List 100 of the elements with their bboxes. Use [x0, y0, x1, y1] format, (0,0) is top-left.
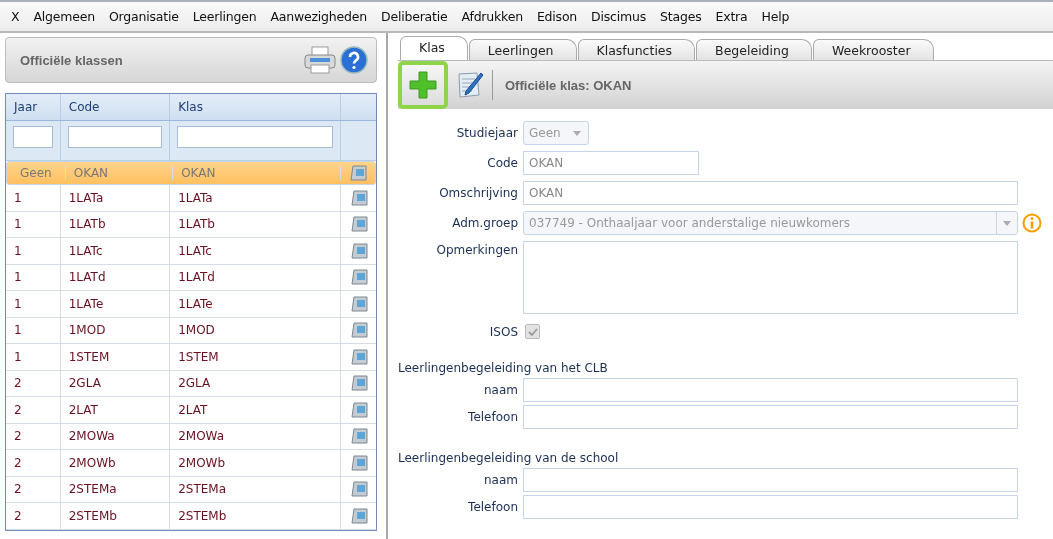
- table-cell: Geen: [20, 166, 52, 180]
- caret-icon: [1003, 220, 1011, 226]
- detail-icon[interactable]: [349, 189, 368, 206]
- table-row[interactable]: 2 2GLA 2GLA: [6, 370, 376, 397]
- field-label: Adm.groep: [451, 216, 519, 230]
- table-cell: 2MOWb: [178, 455, 226, 470]
- filter-field[interactable]: [67, 126, 163, 148]
- table-row[interactable]: 1 1STEM 1STEM: [6, 344, 376, 371]
- table-cell: 1: [14, 323, 22, 338]
- table-cell: OKAN: [73, 166, 109, 180]
- table-cell: OKAN: [181, 166, 216, 180]
- table-row[interactable]: 1 1LATe 1LATe: [6, 291, 376, 318]
- detail-icon[interactable]: [348, 165, 367, 181]
- table-cell: 1STEM: [68, 349, 110, 364]
- field-label: Code: [486, 156, 519, 170]
- table-row[interactable]: 2 2STEMb 2STEMb: [6, 503, 376, 530]
- field-label: naam: [483, 473, 519, 487]
- table-row[interactable]: 1 1LATd 1LATd: [6, 264, 376, 291]
- detail-icon[interactable]: [349, 507, 368, 524]
- plus-icon: [408, 70, 438, 100]
- detail-icon[interactable]: [349, 428, 368, 445]
- table-row[interactable]: 1 1LATc 1LATc: [6, 238, 376, 265]
- table-cell: 2STEMa: [68, 482, 117, 497]
- tab[interactable]: Leerlingen: [468, 39, 577, 60]
- table-cell: 2LAT: [178, 402, 208, 417]
- info-icon[interactable]: [1022, 213, 1042, 233]
- table-cell: 2STEMa: [178, 482, 227, 497]
- caret-icon: [573, 130, 581, 136]
- column-header[interactable]: Code: [60, 94, 171, 120]
- field-label: Telefoon: [467, 410, 519, 424]
- menu-item[interactable]: Deliberatie: [373, 9, 455, 24]
- table-cell: 2GLA: [178, 376, 211, 391]
- table-row[interactable]: 2 2STEMa 2STEMa: [6, 476, 376, 503]
- table-row[interactable]: 1 1MOD 1MOD: [6, 317, 376, 344]
- table-cell: 1: [14, 270, 22, 285]
- detail-icon[interactable]: [349, 375, 368, 392]
- table-row[interactable]: 1 1LATb 1LATb: [6, 211, 376, 238]
- table-cell: 1: [14, 190, 22, 205]
- add-button[interactable]: [398, 61, 448, 109]
- filter-field[interactable]: [13, 126, 53, 148]
- table-cell: 1LATb: [178, 217, 215, 232]
- table-cell: 1LATe: [68, 296, 104, 311]
- text-field[interactable]: OKAN: [523, 181, 1018, 205]
- table-cell: 2STEMb: [68, 508, 117, 523]
- tab[interactable]: Begeleiding: [696, 39, 812, 60]
- detail-icon[interactable]: [349, 481, 368, 498]
- filter-field[interactable]: [177, 126, 334, 148]
- table-cell: 1LATd: [68, 270, 106, 285]
- table-row[interactable]: 1 1LATa 1LATa: [6, 185, 376, 212]
- detail-icon[interactable]: [349, 269, 368, 286]
- text-field[interactable]: OKAN: [523, 151, 699, 175]
- table-cell: 2LAT: [68, 402, 98, 417]
- table-cell: 1LATd: [178, 270, 215, 285]
- menu-item[interactable]: Organisatie: [101, 9, 186, 24]
- column-header[interactable]: Klas: [170, 94, 342, 120]
- menu-item[interactable]: Algemeen: [26, 9, 102, 24]
- table-cell: 1: [14, 296, 22, 311]
- menu-item[interactable]: Extra: [708, 9, 755, 24]
- table-cell: 1LATc: [178, 243, 212, 258]
- table-row[interactable]: 2 2MOWa 2MOWa: [6, 423, 376, 450]
- menu-item[interactable]: Aanwezigheden: [263, 9, 374, 24]
- detail-icon[interactable]: [349, 242, 368, 259]
- text-field[interactable]: [523, 405, 1018, 429]
- toolbar-title: Officiële klas: OKAN: [505, 77, 632, 93]
- menu-item[interactable]: Discimus: [584, 9, 654, 24]
- tab[interactable]: Weekrooster: [812, 39, 934, 60]
- help-icon[interactable]: [340, 46, 368, 74]
- menu-item[interactable]: X: [4, 9, 27, 24]
- detail-icon[interactable]: [349, 348, 368, 365]
- field-label: Omschrijving: [438, 186, 519, 200]
- table-row[interactable]: 2 2LAT 2LAT: [6, 397, 376, 424]
- table-cell: 1LATa: [68, 190, 104, 205]
- detail-icon[interactable]: [349, 295, 368, 312]
- detail-icon[interactable]: [349, 454, 368, 471]
- detail-icon[interactable]: [349, 401, 368, 418]
- text-field[interactable]: [523, 378, 1018, 402]
- table-row[interactable]: 2 2MOWb 2MOWb: [6, 450, 376, 477]
- tab[interactable]: Klas: [400, 36, 468, 60]
- table-cell: 1STEM: [178, 349, 219, 364]
- text-field[interactable]: [523, 468, 1018, 492]
- table-cell: 2: [14, 376, 22, 391]
- menu-item[interactable]: Stages: [653, 9, 709, 24]
- table-cell: 1: [14, 243, 22, 258]
- text-field[interactable]: [523, 495, 1018, 519]
- column-header[interactable]: Jaar: [6, 94, 61, 120]
- table-cell: 2: [14, 402, 22, 417]
- table-cell: 2: [14, 455, 22, 470]
- printer-icon[interactable]: [304, 46, 336, 74]
- tab[interactable]: Klasfuncties: [577, 39, 696, 60]
- detail-icon[interactable]: [349, 322, 368, 339]
- detail-icon[interactable]: [349, 216, 368, 233]
- table-cell: 2MOWb: [68, 455, 116, 470]
- menu-item[interactable]: Afdrukken: [454, 9, 530, 24]
- table-cell: 1MOD: [68, 323, 106, 338]
- table-cell: 1MOD: [178, 323, 215, 338]
- panel-title: Officiële klassen: [20, 52, 124, 68]
- menu-item[interactable]: Help: [754, 9, 797, 24]
- menu-item[interactable]: Leerlingen: [185, 9, 264, 24]
- menu-item[interactable]: Edison: [529, 9, 585, 24]
- table-cell: 1LATa: [178, 190, 213, 205]
